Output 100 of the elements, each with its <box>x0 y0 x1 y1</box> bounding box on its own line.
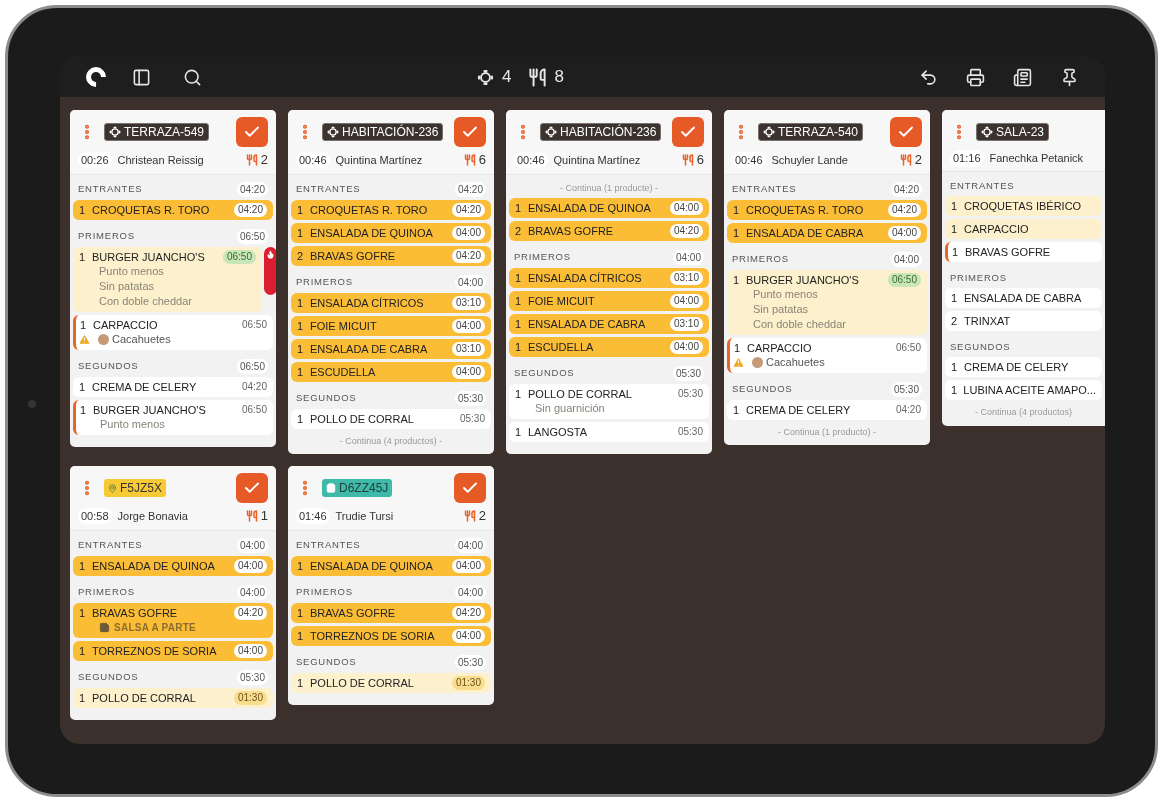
order-item[interactable]: 1 LANGOSTA 05:30 <box>509 422 709 442</box>
item-modifier: Con doble cheddar <box>752 316 847 332</box>
order-item[interactable]: 1 CARPACCIO 06:50 Cacahuetes <box>73 314 273 350</box>
order-item[interactable]: 1 ENSALADA DE QUINOA 04:00 <box>291 222 491 243</box>
item-quantity: 1 <box>951 360 959 375</box>
order-item[interactable]: 1 CREMA DE CELERY <box>945 357 1102 378</box>
item-name: POLLO DE CORRAL <box>310 675 415 690</box>
order-item[interactable]: 1 FOIE MICUIT 04:00 <box>509 291 709 311</box>
continued-note: - Continua (4 productos) <box>973 406 1074 420</box>
item-time: 06:50 <box>222 249 256 264</box>
course-label: SEGUNDOS <box>78 669 139 684</box>
elapsed-time: 00:46 <box>732 151 766 168</box>
order-item[interactable]: 1 CROQUETAS R. TORO 04:20 <box>727 199 927 220</box>
order-item[interactable]: 1 CROQUETAS R. TORO 04:20 <box>73 199 273 220</box>
order-item[interactable]: 1 ENSALADA DE CABRA 03:10 <box>509 314 709 334</box>
complete-button[interactable] <box>454 117 486 147</box>
order-item[interactable]: 1 BURGER JUANCHO'S 06:50 Punto menos Sin patatas Con doble cheddar <box>73 246 262 312</box>
item-quantity: 1 <box>297 341 305 356</box>
cutlery-icon <box>681 153 694 166</box>
course-time: 04:00 <box>236 584 268 600</box>
item-name: CREMA DE CELERY <box>746 402 852 417</box>
printer-icon[interactable] <box>966 67 985 87</box>
order-tag: TERRAZA-540 <box>758 123 864 141</box>
order-item[interactable]: 1 ENSALADA DE QUINOA 04:00 <box>291 555 491 576</box>
item-quantity: 1 <box>297 225 305 240</box>
order-item[interactable]: 2 TRINXAT <box>945 311 1102 331</box>
item-name: ENSALADA DE QUINOA <box>310 558 434 573</box>
item-modifier: Sin patatas <box>752 301 810 317</box>
order-item[interactable]: 1 POLLO DE CORRAL 05:30 Sin guarnición <box>509 384 709 419</box>
item-time: 04:20 <box>887 202 921 217</box>
course-time: 04:00 <box>236 537 268 553</box>
item-modifier: Punto menos <box>752 286 819 302</box>
order-item[interactable]: 1 CARPACCIO 06:50 Cacahuetes <box>727 337 927 373</box>
complete-button[interactable] <box>890 117 922 147</box>
warning-icon <box>732 355 745 369</box>
item-name: BURGER JUANCHO'S <box>746 272 860 287</box>
allergen-label: Cacahuetes <box>112 331 171 347</box>
item-name: TORREZNOS DE SORIA <box>92 643 218 658</box>
item-quantity: 1 <box>733 202 741 217</box>
complete-button[interactable] <box>236 117 268 147</box>
course-label: ENTRANTES <box>78 537 143 552</box>
item-quantity: 1 <box>297 411 305 426</box>
order-item[interactable]: 1 LUBINA ACEITE AMAPO... <box>945 380 1102 401</box>
order-item[interactable]: 1 ESCUDELLA 04:00 <box>291 361 491 382</box>
order-item[interactable]: 1 BRAVAS GOFRE <box>945 241 1102 262</box>
alarm-indicator[interactable] <box>264 246 276 295</box>
complete-button[interactable] <box>236 473 268 503</box>
item-name: CREMA DE CELERY <box>964 360 1070 375</box>
complete-button[interactable] <box>454 473 486 503</box>
order-item[interactable]: 1 CARPACCIO <box>945 218 1102 239</box>
order-item[interactable]: 1 BRAVAS GOFRE 04:20 SALSA A PARTE <box>73 602 273 638</box>
item-name: BURGER JUANCHO'S <box>92 249 206 264</box>
order-item[interactable]: 1 TORREZNOS DE SORIA 04:00 <box>291 625 491 646</box>
item-quantity: 1 <box>79 202 87 217</box>
warning-icon <box>78 332 91 346</box>
course-time: 05:30 <box>454 390 486 406</box>
undo-icon[interactable] <box>919 67 938 87</box>
item-time: 05:30 <box>677 425 703 439</box>
order-item[interactable]: 1 CROQUETAS IBÉRICO <box>945 195 1102 216</box>
order-tag: D6ZZ45J <box>322 479 393 497</box>
order-item[interactable]: 1 CROQUETAS R. TORO 04:20 <box>291 199 491 220</box>
elapsed-time: 00:26 <box>78 151 112 168</box>
search-icon[interactable] <box>183 67 202 87</box>
order-item[interactable]: 1 POLLO DE CORRAL 05:30 <box>291 408 491 429</box>
order-item[interactable]: 1 CREMA DE CELERY 04:20 <box>73 376 273 397</box>
order-item[interactable]: 1 POLLO DE CORRAL 01:30 <box>291 672 491 693</box>
order-item[interactable]: 1 CREMA DE CELERY 04:20 <box>727 399 927 420</box>
item-quantity: 1 <box>79 249 87 264</box>
order-item[interactable]: 1 TORREZNOS DE SORIA 04:00 <box>73 640 273 661</box>
order-item[interactable]: 1 BRAVAS GOFRE 04:20 <box>291 602 491 623</box>
order-item[interactable]: 2 BRAVAS GOFRE 04:20 <box>509 221 709 241</box>
order-item[interactable]: 1 ENSALADA DE CABRA <box>945 288 1102 308</box>
item-time: 05:30 <box>459 411 485 426</box>
order-item[interactable]: 1 BURGER JUANCHO'S 06:50 Punto menos <box>73 399 273 435</box>
table-icon <box>981 126 993 138</box>
order-item[interactable]: 1 ENSALADA DE CABRA 04:00 <box>727 222 927 243</box>
item-quantity: 1 <box>297 202 305 217</box>
course-label: PRIMEROS <box>950 270 1007 285</box>
item-time: 06:50 <box>241 402 267 417</box>
order-item[interactable]: 1 ENSALADA DE CABRA 03:10 <box>291 338 491 359</box>
order-item[interactable]: 1 FOIE MICUIT 04:00 <box>291 315 491 336</box>
customer-name: Schuyler Lande <box>771 152 849 168</box>
list-icon[interactable] <box>1013 67 1032 87</box>
order-item[interactable]: 2 BRAVAS GOFRE 04:20 <box>291 245 491 266</box>
order-item[interactable]: 1 POLLO DE CORRAL 01:30 <box>73 687 273 708</box>
item-time: 06:50 <box>887 272 921 287</box>
course-time: 06:50 <box>236 228 268 244</box>
order-item[interactable]: 1 BURGER JUANCHO'S 06:50 Punto menos Sin patatas Con doble cheddar <box>727 269 927 335</box>
course-label: SEGUNDOS <box>950 340 1011 354</box>
pin-icon[interactable] <box>1060 67 1079 87</box>
item-name: BRAVAS GOFRE <box>965 244 1052 259</box>
order-item[interactable]: 1 ENSALADA CÍTRICOS 03:10 <box>509 268 709 288</box>
customer-name: Quintina Martínez <box>335 152 424 168</box>
order-item[interactable]: 1 ENSALADA DE QUINOA 04:00 <box>509 198 709 218</box>
sidebar-toggle-icon[interactable] <box>132 67 151 87</box>
item-quantity: 1 <box>79 379 87 394</box>
complete-button[interactable] <box>672 117 704 147</box>
order-item[interactable]: 1 ENSALADA DE QUINOA 04:00 <box>73 555 273 576</box>
order-item[interactable]: 1 ENSALADA CÍTRICOS 03:10 <box>291 292 491 313</box>
order-item[interactable]: 1 ESCUDELLA 04:00 <box>509 337 709 357</box>
